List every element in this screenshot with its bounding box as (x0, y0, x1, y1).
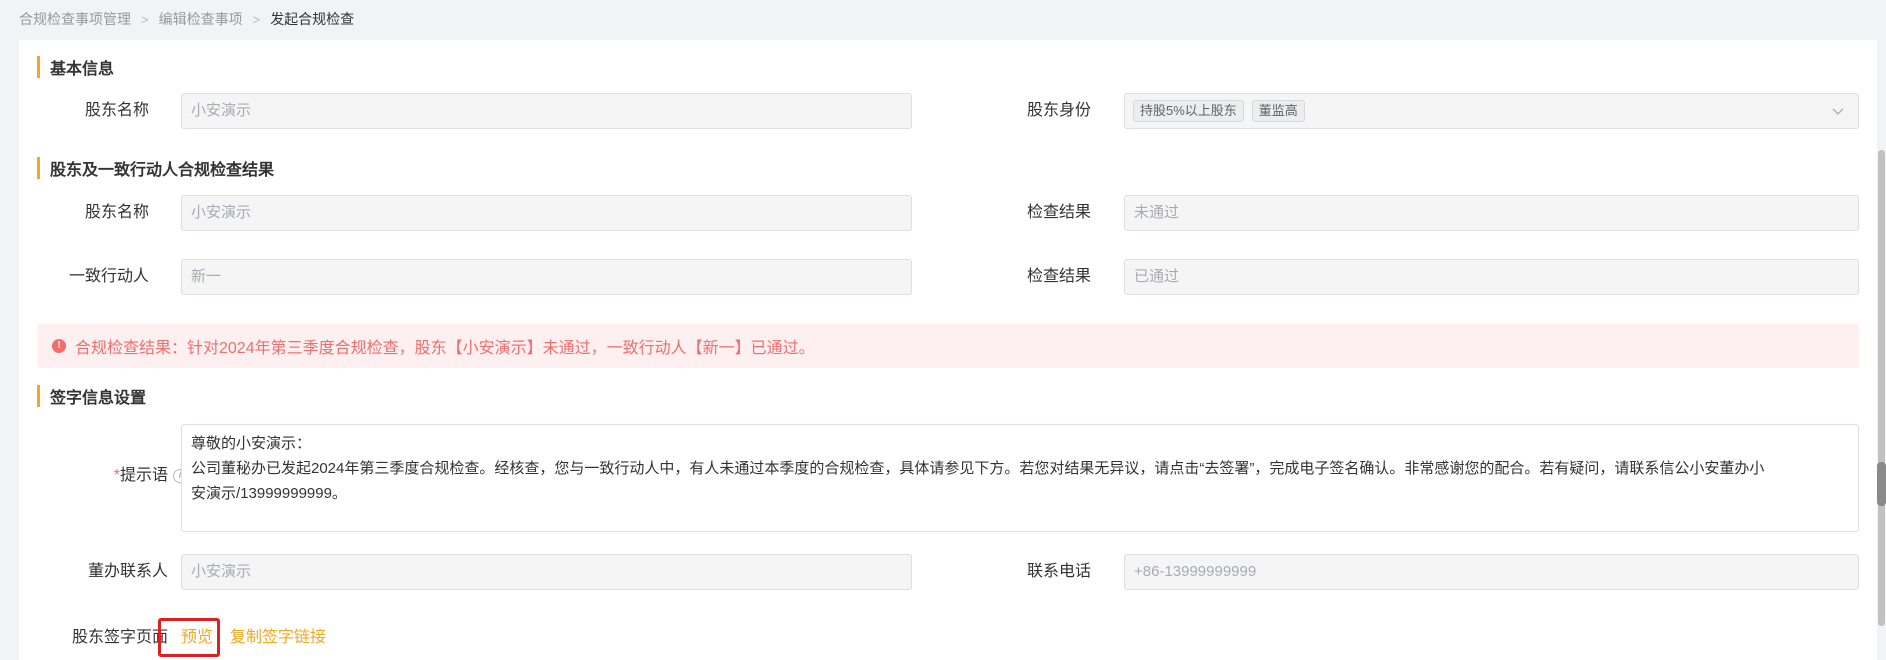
concerted-party-check-result-label: 检查结果 (1026, 268, 1091, 285)
phone-label: 联系电话 (1026, 563, 1091, 580)
shareholder-identity-select[interactable]: 持股5%以上股东 董监高 (1124, 93, 1859, 129)
chevron-down-icon (1832, 108, 1844, 115)
result-shareholder-name-label: 股东名称 (84, 204, 149, 221)
form-card: 基本信息 股东名称 小安演示 股东身份 持股5%以上股东 董监高 股东及一致行动… (19, 40, 1877, 660)
shareholder-name-label: 股东名称 (84, 102, 149, 119)
prompt-line: 尊敬的小安演示： (191, 435, 312, 452)
breadcrumb-item-compliance-management[interactable]: 合规检查事项管理 (19, 9, 131, 29)
prompt-label-text: 提示语 (119, 467, 168, 484)
office-contact-field[interactable]: 小安演示 (181, 554, 912, 590)
breadcrumb-separator-icon: > (141, 11, 149, 27)
identity-tag: 持股5%以上股东 (1133, 100, 1244, 122)
shareholder-check-result-label: 检查结果 (1026, 204, 1091, 221)
preview-highlight-box (158, 618, 220, 657)
result-shareholder-name-field[interactable]: 小安演示 (181, 195, 912, 231)
prompt-line: 公司董秘办已发起2024年第三季度合规检查。经核查，您与一致行动人中，有人未通过… (191, 460, 1765, 477)
compliance-result-alert: ! 合规检查结果：针对2024年第三季度合规检查，股东【小安演示】未通过，一致行… (37, 324, 1859, 368)
prompt-textarea[interactable]: 尊敬的小安演示： 公司董秘办已发起2024年第三季度合规检查。经核查，您与一致行… (181, 424, 1859, 532)
section-title-basic-info: 基本信息 (37, 56, 114, 78)
copy-signature-link-button[interactable]: 复制签字链接 (230, 620, 326, 656)
scrollbar-thumb-active[interactable] (1877, 462, 1886, 506)
concerted-party-label: 一致行动人 (68, 268, 149, 285)
identity-tag: 董监高 (1251, 100, 1305, 122)
prompt-line: 安演示/13999999999。 (191, 485, 347, 502)
scrollbar-thumb[interactable] (1878, 150, 1885, 626)
signature-page-label: 股东签字页面 (71, 629, 168, 646)
breadcrumb-item-edit-check[interactable]: 编辑检查事项 (159, 9, 243, 29)
office-contact-label: 董办联系人 (87, 563, 168, 580)
shareholder-name-field[interactable]: 小安演示 (181, 93, 912, 129)
shareholder-identity-label: 股东身份 (1026, 102, 1091, 119)
concerted-party-field[interactable]: 新一 (181, 259, 912, 295)
alert-text: 合规检查结果：针对2024年第三季度合规检查，股东【小安演示】未通过，一致行动人… (75, 340, 815, 357)
error-icon: ! (52, 339, 66, 353)
phone-field[interactable]: +86-13999999999 (1124, 554, 1859, 590)
breadcrumb-separator-icon: > (252, 11, 261, 27)
breadcrumb-current: 发起合规检查 (270, 11, 355, 27)
breadcrumb: 合规检查事项管理 > 编辑检查事项 > 发起合规检查 (19, 0, 354, 38)
shareholder-check-result-field[interactable]: 未通过 (1124, 195, 1859, 231)
section-title-check-results: 股东及一致行动人合规检查结果 (37, 157, 274, 179)
section-title-signature-settings: 签字信息设置 (37, 385, 146, 407)
concerted-party-check-result-field[interactable]: 已通过 (1124, 259, 1859, 295)
prompt-label: *提示语 i (37, 458, 187, 494)
